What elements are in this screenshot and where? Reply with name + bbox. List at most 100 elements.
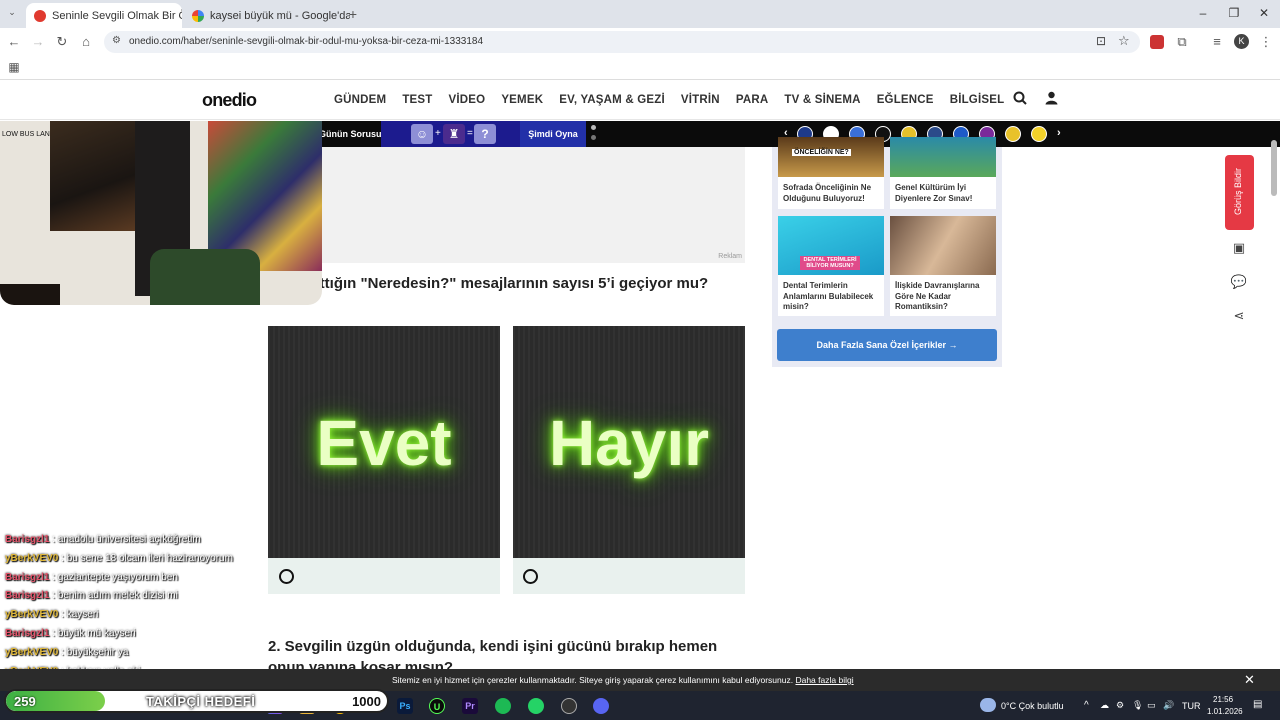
menu-kebab-icon[interactable]: ⋮ [1258,34,1274,50]
brand-logo-icon[interactable] [1031,126,1047,142]
profile-avatar[interactable]: K [1234,34,1249,49]
tray-icon[interactable]: ☁ [1100,700,1109,711]
webcam-chair [150,249,260,305]
puzzle-face-icon: ☺ [411,124,433,144]
recommendation-card[interactable]: İlişkide Davranışlarına Göre Ne Kadar Ro… [890,216,996,316]
more-content-label: Daha Fazla Sana Özel İçerikler [816,340,947,350]
answer-option-hayir[interactable]: Hayır [513,326,745,594]
network-icon[interactable]: ▭ [1147,700,1156,711]
answer-neon-text: Hayır [548,407,710,479]
puzzle-plus: + [435,128,441,139]
nav-item-video[interactable]: VİDEO [449,94,486,106]
comments-icon[interactable]: 💬 [1228,274,1250,296]
apps-grid-icon[interactable]: ▦ [6,60,22,74]
home-icon[interactable]: ⌂ [78,34,94,49]
site-logo[interactable]: onedio [202,90,257,111]
answer-neon-text: Evet [316,407,452,479]
share-icon[interactable]: ⋖ [1228,308,1250,330]
recommendation-card[interactable]: ÖNCELİĞİN NE? Sofrada Önceliğinin Ne Old… [778,137,884,209]
webcam-box [0,284,60,305]
carousel-next-icon[interactable]: › [1057,127,1061,139]
clock-date[interactable]: 1.01.2026 [1207,707,1243,716]
nav-item-eglence[interactable]: EĞLENCE [877,94,934,106]
follower-goal-bar: 259 TAKİPÇİ HEDEFİ 1000 [4,689,389,713]
recommendation-card[interactable]: DENTAL TERİMLERİ BİLİYOR MUSUN? Dental T… [778,216,884,316]
spotify-icon[interactable] [495,698,511,714]
card-image [890,137,996,177]
daily-puzzle[interactable]: ☺ + ♜ = ? [381,121,520,147]
nav-item-test[interactable]: TEST [402,94,432,106]
answer-option-evet[interactable]: Evet [268,326,500,594]
page-scrollbar[interactable] [1271,140,1277,196]
tray-icon[interactable]: ⚙ [1116,700,1124,711]
extension-icon[interactable] [1150,35,1164,49]
nav-item-vitrin[interactable]: VİTRİN [681,94,720,106]
volume-icon[interactable]: 🔊 [1163,700,1174,711]
chat-message: yBerkVEV0 : bu sene 18 olcam ileri hazir… [5,552,233,564]
new-tab-button[interactable]: + [345,6,361,22]
nav-item-para[interactable]: PARA [736,94,769,106]
photoshop-icon[interactable]: Ps [397,698,413,714]
chat-user: Barisgzl1 [5,627,50,639]
chat-message: Barisgzl1 : büyük mü kayseri [5,627,136,639]
notification-icon[interactable]: ▤ [1253,699,1262,710]
chat-message: yBerkVEV0 : kayseri [5,609,99,621]
restore-button[interactable]: ❐ [1224,6,1244,20]
card-title: Genel Kültürüm İyi Diyenlere Zor Sınav! [895,183,973,203]
answer-radio[interactable] [523,569,538,584]
card-title: Dental Terimlerin Anlamlarını Bulabilece… [783,281,874,311]
clock-time[interactable]: 21:56 [1213,695,1233,704]
tab-google[interactable]: kaysei büyük mü - Google'da A ✕ [184,3,350,28]
arrow-right-icon: → [948,340,958,350]
cookie-close-icon[interactable]: ✕ [1244,672,1255,688]
answer-radio[interactable] [279,569,294,584]
back-icon[interactable]: ← [6,34,22,49]
more-content-button[interactable]: Daha Fazla Sana Özel İçerikler → [777,329,997,361]
discord-icon[interactable] [593,698,609,714]
chat-text: büyük mü kayseri [57,627,136,639]
site-header: onedio GÜNDEM TEST VİDEO YEMEK EV, YAŞAM… [0,80,1280,120]
obs-icon[interactable] [561,698,577,714]
play-now-button[interactable]: Şimdi Oyna [520,121,586,147]
nav-item-yemek[interactable]: YEMEK [501,94,543,106]
reload-icon[interactable]: ↻ [54,34,70,50]
omnibox[interactable]: ⚙ onedio.com/haber/seninle-sevgili-olmak… [104,31,1140,53]
feedback-button[interactable]: Görüş Bildir [1225,155,1254,230]
app-icon[interactable]: U [429,698,445,714]
chat-text: benim adım melek dizisi mi [57,590,178,602]
site-info-icon[interactable]: ⚙ [112,35,121,46]
tab-search-icon[interactable]: ≡ [1209,34,1225,49]
webcam-sign-text: LOW BUS LANE [2,131,55,138]
weather-text[interactable]: 0°C Çok bulutlu [1001,701,1064,711]
close-window-button[interactable]: ✕ [1254,6,1274,20]
install-app-icon[interactable]: ⊡ [1096,34,1106,48]
answer-image: Hayır [513,326,745,558]
bookmark-star-icon[interactable]: ☆ [1118,33,1130,49]
whatsapp-icon[interactable] [528,698,544,714]
cookie-more-info-link[interactable]: Daha fazla bilgi [795,675,853,685]
premiere-icon[interactable]: Pr [462,698,478,714]
forward-icon[interactable]: → [30,34,46,49]
tab-list-icon[interactable]: ⌄ [4,7,20,18]
nav-item-ev-yasam[interactable]: EV, YAŞAM & GEZİ [559,94,665,106]
microphone-icon[interactable]: 🎙 [1132,700,1143,711]
language-indicator[interactable]: TUR [1182,701,1201,711]
ad-label: Reklam [718,253,742,260]
cookie-banner: Sitemiz en iyi hizmet için çerezler kull… [0,669,1280,691]
recommendation-card[interactable]: Genel Kültürüm İyi Diyenlere Zor Sınav! [890,137,996,209]
weather-cloud-icon[interactable] [980,698,996,712]
extensions-puzzle-icon[interactable]: ⧉ [1174,34,1190,50]
user-icon[interactable] [1045,91,1058,108]
minimize-button[interactable]: – [1193,6,1213,20]
search-icon[interactable] [1013,91,1027,108]
question-1-text: çinde attığın "Neredesin?" mesajlarının … [268,275,709,292]
tray-chevron-icon[interactable]: ^ [1084,700,1089,711]
nav-item-tv-sinema[interactable]: TV & SİNEMA [784,94,860,106]
nav-item-bilgisel[interactable]: BİLGİSEL [950,94,1005,106]
bookmark-add-icon[interactable]: ▣ [1228,240,1250,262]
nav-item-gundem[interactable]: GÜNDEM [334,94,386,106]
brand-logo-icon[interactable] [1005,126,1021,142]
cookie-message: Sitemiz en iyi hizmet için çerezler kull… [392,675,794,685]
tab-active[interactable]: Seninle Sevgili Olmak Bir Ödül ✕ [26,3,182,28]
chat-message: Barisgzl1 : gaziantepte yaşıyorum ben [5,571,178,583]
